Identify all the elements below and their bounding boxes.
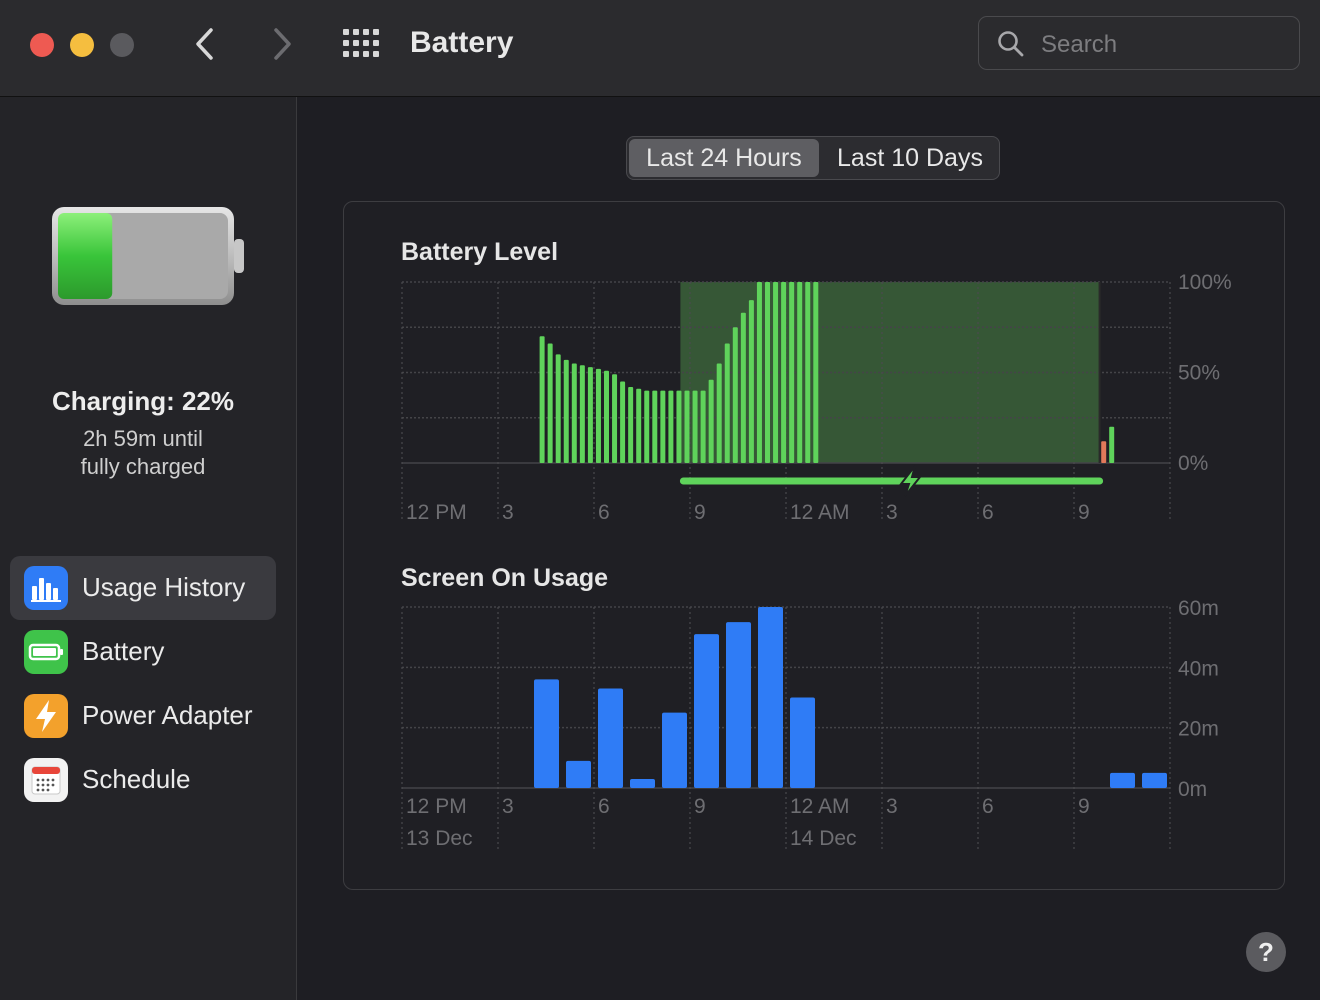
battery-level-bar bbox=[587, 367, 593, 463]
battery-level-bar bbox=[676, 390, 682, 463]
usage-x-tick: 12 AM bbox=[790, 795, 850, 818]
battery-level-bar bbox=[781, 282, 787, 463]
battery-level-bar bbox=[684, 390, 690, 463]
screen-usage-bar bbox=[758, 607, 783, 788]
screen-usage-bar bbox=[1110, 772, 1135, 788]
battery-level-bar bbox=[539, 336, 545, 463]
battery-level-bar bbox=[748, 300, 754, 463]
battery-level-bar bbox=[716, 363, 722, 463]
screen-usage-bar bbox=[566, 760, 591, 788]
help-button[interactable]: ? bbox=[1246, 932, 1286, 972]
usage-x-tick: 9 bbox=[694, 795, 706, 818]
battery-level-bar bbox=[1109, 426, 1115, 463]
battery-x-tick: 6 bbox=[598, 501, 610, 524]
screen-usage-bar bbox=[630, 778, 655, 788]
screen-usage-bar bbox=[726, 622, 751, 788]
battery-level-bar bbox=[813, 282, 819, 463]
usage-y-tick: 20m bbox=[1178, 718, 1219, 741]
usage-x-tick: 3 bbox=[886, 795, 898, 818]
battery-level-bar bbox=[604, 370, 609, 463]
usage-x-tick: 6 bbox=[982, 795, 994, 818]
battery-level-bar bbox=[732, 327, 738, 463]
screen-usage-bar bbox=[598, 688, 623, 788]
battery-level-bar bbox=[571, 363, 577, 463]
battery-y-tick: 50% bbox=[1178, 362, 1220, 385]
usage-y-tick: 40m bbox=[1178, 657, 1219, 680]
battery-level-bar bbox=[1101, 441, 1107, 463]
battery-level-bar bbox=[668, 390, 674, 463]
battery-level-bar bbox=[652, 390, 658, 463]
battery-level-bar bbox=[563, 359, 569, 463]
battery-level-bar bbox=[620, 381, 626, 463]
battery-y-tick: 0% bbox=[1178, 452, 1208, 475]
battery-level-bar bbox=[708, 379, 714, 463]
screen-usage-bar bbox=[790, 697, 815, 788]
battery-level-bar bbox=[724, 343, 730, 463]
battery-level-bar bbox=[740, 312, 746, 463]
screen-usage-bar bbox=[694, 634, 719, 788]
battery-x-tick: 12 AM bbox=[790, 501, 850, 524]
usage-x-tick: 3 bbox=[502, 795, 514, 818]
system-preferences-window: Battery Search Charging: 22% 2h 59m unti… bbox=[0, 0, 1320, 1000]
battery-level-bar bbox=[797, 282, 803, 463]
usage-x-tick: 6 bbox=[598, 795, 610, 818]
usage-date-label: 14 Dec bbox=[790, 827, 857, 850]
screen-usage-bar bbox=[662, 712, 687, 788]
battery-level-bar bbox=[773, 282, 779, 463]
lightning-icon bbox=[898, 465, 923, 497]
battery-level-bar bbox=[595, 368, 601, 463]
battery-x-tick: 12 PM bbox=[406, 501, 467, 524]
charts-canvas: 100% 50% 0% 12 PM 3 6 9 12 AM 3 6 9 60m 40m 20m 0m 12 P… bbox=[401, 271, 1232, 850]
battery-level-bar bbox=[789, 282, 795, 463]
battery-level-bar bbox=[805, 282, 811, 463]
usage-x-tick: 12 PM bbox=[406, 795, 467, 818]
battery-level-bar bbox=[756, 282, 762, 463]
battery-level-bar bbox=[612, 374, 618, 463]
battery-y-tick: 100% bbox=[1178, 271, 1232, 294]
usage-date-label: 13 Dec bbox=[406, 827, 473, 850]
battery-level-bar bbox=[555, 354, 561, 463]
battery-x-tick: 9 bbox=[694, 501, 706, 524]
battery-x-tick: 9 bbox=[1078, 501, 1090, 524]
battery-level-bar bbox=[692, 390, 698, 463]
usage-y-tick: 60m bbox=[1178, 597, 1219, 620]
battery-x-tick: 6 bbox=[982, 501, 994, 524]
usage-y-tick: 0m bbox=[1178, 778, 1207, 801]
battery-level-bar bbox=[765, 282, 770, 463]
battery-level-bar bbox=[547, 343, 553, 463]
battery-x-tick: 3 bbox=[502, 501, 514, 524]
battery-level-bar bbox=[644, 390, 650, 463]
battery-x-tick: 3 bbox=[886, 501, 898, 524]
battery-level-bar bbox=[700, 390, 706, 463]
screen-usage-bar bbox=[1142, 772, 1167, 788]
battery-level-bar bbox=[636, 388, 642, 463]
usage-x-tick: 9 bbox=[1078, 795, 1090, 818]
battery-level-bar bbox=[660, 390, 666, 463]
screen-usage-bar bbox=[534, 679, 559, 788]
battery-level-bar bbox=[579, 365, 585, 463]
battery-level-bar bbox=[628, 386, 634, 463]
